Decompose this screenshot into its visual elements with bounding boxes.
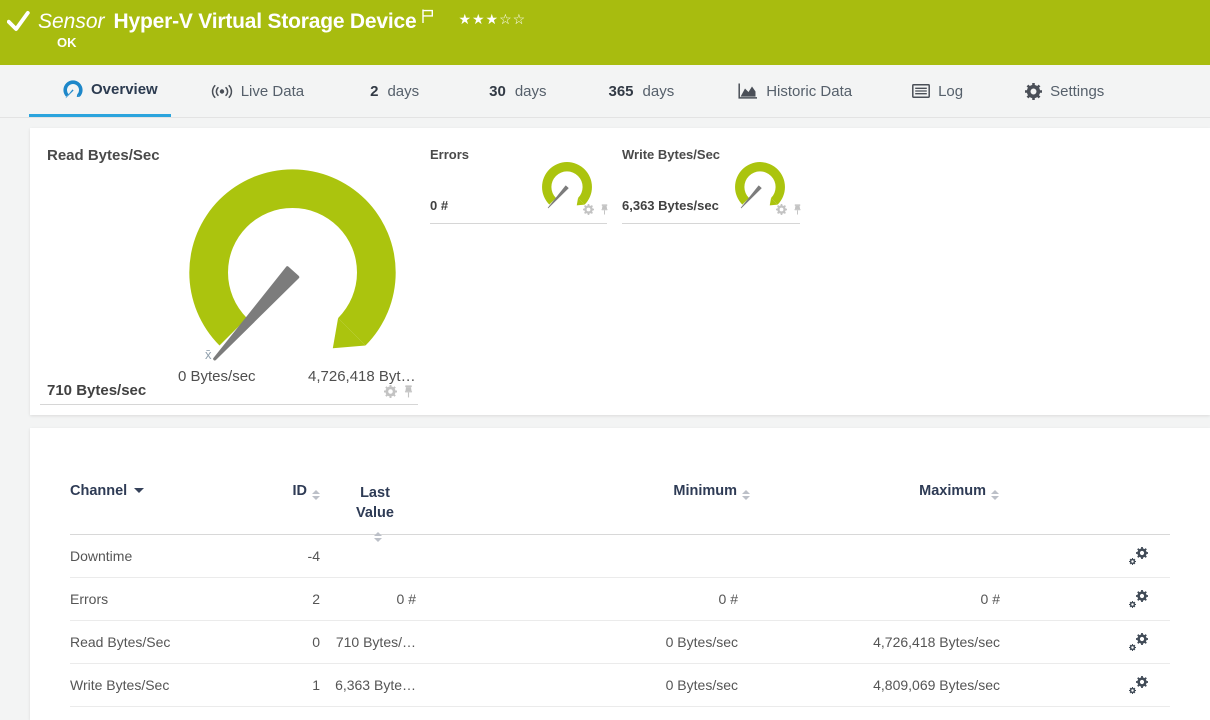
tab-number: 365 [608,82,634,100]
flag-icon[interactable] [421,9,435,24]
sort-arrows-icon [991,490,999,500]
gear-icon[interactable] [776,204,787,215]
area-chart-icon [738,83,758,99]
tab-30-days[interactable]: 30 days [489,65,546,117]
divider [622,223,800,224]
last-value: 710 Bytes/… [335,634,416,650]
channel-settings-gears-icon[interactable] [1129,676,1148,694]
sensor-header-banner: Sensor Hyper-V Virtual Storage Device ★★… [0,0,1210,65]
read-gauge-title: Read Bytes/Sec [47,147,160,164]
write-gauge-actions [776,204,803,215]
write-gauge-title: Write Bytes/Sec [622,147,721,162]
gauge-icon [63,80,83,100]
log-list-icon [912,84,930,98]
errors-gauge-actions [583,204,610,215]
maximum-value: 4,726,418 Bytes/sec [873,634,1000,650]
tab-365-days[interactable]: 365 days [609,65,675,117]
tab-number: 2 [370,82,379,100]
mean-marker: x̄ [205,347,212,362]
tab-number: 30 [489,82,506,100]
divider [40,404,418,405]
tab-2-days[interactable]: 2 days [370,65,419,117]
page-title: Hyper-V Virtual Storage Device [113,10,417,33]
tab-label: Live Data [240,82,305,100]
tab-live-data[interactable]: Live Data [211,65,304,117]
column-header-channel[interactable]: Channel [70,483,255,499]
column-header-minimum[interactable]: Minimum [430,483,750,500]
priority-stars[interactable]: ★★★☆☆ [458,11,526,28]
channel-id: 0 [312,634,320,650]
column-header-label: Minimum [673,483,737,499]
tab-label: days [514,82,547,100]
column-header-label: ID [292,483,308,499]
pin-icon[interactable] [402,385,415,398]
channel-id: 2 [312,591,320,607]
read-gauge-value: 710 Bytes/sec [47,382,147,399]
column-header-label: Maximum [919,483,986,499]
column-header-id[interactable]: ID [255,483,320,500]
sensor-title-row: Sensor Hyper-V Virtual Storage Device ★★… [7,6,526,34]
sort-arrows-icon [742,490,750,500]
channel-name: Errors [70,591,109,607]
channel-id: 1 [312,677,320,693]
tab-log[interactable]: Log [912,65,963,117]
channels-table: Channel ID Last Value Minimum Maximum Do… [70,483,1170,707]
table-row-write-bytes: Write Bytes/Sec 1 6,363 Byte… 0 Bytes/se… [70,664,1170,707]
tab-settings[interactable]: Settings [1025,65,1104,117]
read-gauge-min-label: 0 Bytes/sec [178,368,256,385]
tab-label: Overview [91,81,158,98]
sensor-kind-label: Sensor [38,10,105,33]
sort-arrows-icon [312,490,320,500]
maximum-value: 0 # [980,591,1000,607]
table-row-errors: Errors 2 0 # 0 # 0 # [70,578,1170,621]
table-header-row: Channel ID Last Value Minimum Maximum [70,483,1170,542]
minimum-value: 0 Bytes/sec [665,634,738,650]
table-row-read-bytes: Read Bytes/Sec 0 710 Bytes/… 0 Bytes/sec… [70,621,1170,664]
write-gauge-value: 6,363 Bytes/sec [622,198,719,213]
errors-gauge-value: 0 # [430,198,449,213]
minimum-value: 0 # [718,591,738,607]
tab-label: days [387,82,420,100]
pin-icon[interactable] [792,204,803,215]
table-row-downtime: Downtime -4 [70,535,1170,578]
gear-icon[interactable] [384,385,397,398]
read-gauge [185,165,400,380]
tab-label: days [642,82,675,100]
tab-overview[interactable]: Overview [29,65,171,117]
gear-icon[interactable] [583,204,594,215]
last-value: 6,363 Byte… [335,677,416,693]
status-ok-check-icon [7,11,30,31]
sort-arrows-icon [373,532,382,542]
channel-name: Read Bytes/Sec [70,634,171,650]
column-header-label: Last Value [356,485,394,521]
pin-icon[interactable] [599,204,610,215]
tab-label: Settings [1050,82,1105,100]
channel-name: Downtime [70,548,133,564]
channel-settings-gears-icon[interactable] [1129,633,1148,651]
channel-name: Write Bytes/Sec [70,677,170,693]
read-gauge-max-label: 4,726,418 Byt… [308,368,416,385]
channels-table-panel: Channel ID Last Value Minimum Maximum Do… [30,428,1210,720]
live-data-icon [211,84,233,99]
last-value: 0 # [396,591,416,607]
tab-bar: Overview Live Data 2 days 30 days 365 da… [0,65,1210,118]
column-header-label: Channel [70,483,128,499]
channel-id: -4 [307,548,320,564]
errors-gauge-title: Errors [430,147,470,162]
gear-icon [1025,83,1042,100]
channel-settings-gears-icon[interactable] [1129,547,1148,565]
column-header-last-value[interactable]: Last Value [320,483,430,543]
tab-label: Historic Data [766,82,853,100]
status-badge: OK [57,35,77,50]
column-header-maximum[interactable]: Maximum [750,483,1005,500]
sort-caret-down-icon [134,488,145,493]
read-gauge-actions [384,385,415,398]
channel-settings-gears-icon[interactable] [1129,590,1148,608]
tab-historic-data[interactable]: Historic Data [738,65,852,117]
maximum-value: 4,809,069 Bytes/sec [873,677,1000,693]
minimum-value: 0 Bytes/sec [665,677,738,693]
divider [430,223,607,224]
tab-label: Log [938,82,964,100]
gauges-panel: Read Bytes/Sec x̄ 0 Bytes/sec 4,726,418 … [30,128,1210,415]
